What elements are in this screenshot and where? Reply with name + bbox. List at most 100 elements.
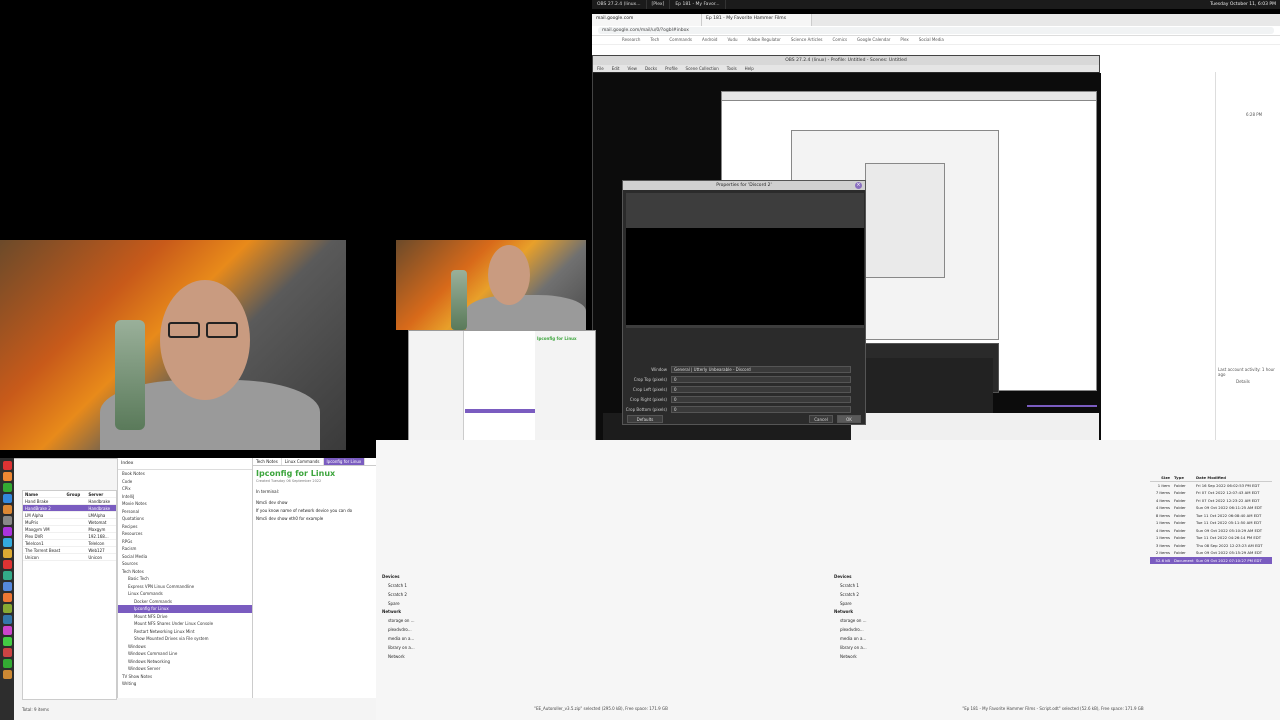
note-tab-tech-notes[interactable]: Tech Notes	[253, 458, 282, 465]
notes-tree-item[interactable]: Code	[118, 478, 252, 486]
notes-tree-item[interactable]: Racism	[118, 545, 252, 553]
dock-app-icon[interactable]	[2, 494, 12, 503]
dock-app-icon[interactable]	[2, 505, 12, 514]
column-header[interactable]: Name	[23, 491, 65, 497]
notes-tree-item[interactable]: Mount NFS Drive	[118, 613, 252, 621]
bookmark-item[interactable]: Android	[702, 37, 717, 43]
table-row[interactable]: MuPris Wetomat	[23, 519, 116, 526]
notes-tree-item[interactable]: RPGs	[118, 538, 252, 546]
bookmark-item[interactable]: Science Articles	[791, 37, 823, 43]
table-row[interactable]: Hand Brake Handbrake	[23, 498, 116, 505]
menu-docks[interactable]: Docks	[645, 65, 657, 72]
table-row[interactable]: 3 items Folder Thu 08 Sep 2022 12:23:23 AM…	[1150, 542, 1272, 550]
sidebar-device[interactable]: Scratch 1	[382, 581, 430, 590]
notes-tree-item[interactable]: Windows Networking	[118, 658, 252, 666]
table-row[interactable]: Maxgym VM Maxgym	[23, 526, 116, 533]
browser-tab-gmail[interactable]: mail.google.com	[592, 14, 702, 26]
bookmark-item[interactable]: Plex	[900, 37, 908, 43]
sidebar-device[interactable]: Scratch 2	[834, 590, 882, 599]
menu-help[interactable]: Help	[745, 65, 754, 72]
sidebar-network[interactable]: storage on ...	[382, 616, 430, 625]
table-row[interactable]: 1 items Folder Tue 11 Oct 2022 05:11:50 AM…	[1150, 519, 1272, 527]
table-row[interactable]: LM Alpha LMAlpha	[23, 512, 116, 519]
dock-app-icon[interactable]	[2, 538, 12, 547]
table-row[interactable]: 52.6 kB Document Sun 09 Oct 2022 07:10:27 …	[1150, 556, 1272, 564]
crop-right-input[interactable]: 0	[671, 395, 851, 403]
notes-tree-item[interactable]: Recipes	[118, 523, 252, 531]
ok-button[interactable]: OK	[837, 415, 861, 423]
notes-tree-item[interactable]: Express VPN Linux Commandline	[118, 583, 252, 591]
notes-tree-item[interactable]: TV Show Notes	[118, 673, 252, 681]
dock-app-icon[interactable]	[2, 615, 12, 624]
crop-bottom-input[interactable]: 0	[671, 405, 851, 413]
dock-app-icon[interactable]	[2, 483, 12, 492]
notes-tree-item[interactable]: CPix	[118, 485, 252, 493]
table-row[interactable]: 4 items Folder Sun 09 Oct 2022 05:10:29 AM…	[1150, 527, 1272, 535]
menu-view[interactable]: View	[627, 65, 637, 72]
dock-app-icon[interactable]	[2, 461, 12, 470]
table-row[interactable]: 8 items Folder Tue 11 Oct 2022 06:08:40 AM…	[1150, 512, 1272, 520]
table-row[interactable]: 7 items Folder Fri 07 Oct 2022 12:07:43 AM…	[1150, 489, 1272, 497]
notes-tree-item[interactable]: Resources	[118, 530, 252, 538]
window-select[interactable]: General | Utterly Unbearable - Discord	[671, 365, 851, 373]
taskbar-tab-obs[interactable]: OBS 27.2.4 (linux...	[592, 0, 647, 9]
sidebar-network[interactable]: storage on ...	[834, 616, 882, 625]
close-icon[interactable]: ×	[855, 182, 862, 189]
notes-tree-item[interactable]: Movie Notes	[118, 500, 252, 508]
notes-tree-item[interactable]: IntelliJ	[118, 493, 252, 501]
notes-tree-item[interactable]: Windows	[118, 643, 252, 651]
browser-tab-script[interactable]: Ep 181 - My Favorite Hammer Films	[702, 14, 812, 26]
table-row[interactable]: 1 item Folder Fri 16 Sep 2022 06:02:53 PM …	[1150, 482, 1272, 490]
sidebar-network[interactable]: library on a...	[834, 643, 882, 652]
notes-tree-item[interactable]: Quotations	[118, 515, 252, 523]
notes-tree-item[interactable]: Book Notes	[118, 470, 252, 478]
note-tab-linux-commands[interactable]: Linux Commands	[282, 458, 324, 465]
dock-app-icon[interactable]	[2, 637, 12, 646]
dock-app-icon[interactable]	[2, 472, 12, 481]
sidebar-network[interactable]: plexdvdro...	[834, 625, 882, 634]
dock-app-icon[interactable]	[2, 571, 12, 580]
notes-tree-item[interactable]: Linux Commands	[118, 590, 252, 598]
sidebar-network[interactable]: Network	[834, 652, 882, 661]
menu-file[interactable]: File	[597, 65, 604, 72]
table-row[interactable]: Telelcon1 Telelcon	[23, 540, 116, 547]
table-row[interactable]: 4 items Folder Fri 07 Oct 2022 12:23:22 AM…	[1150, 497, 1272, 505]
bookmark-item[interactable]: Vudu	[727, 37, 737, 43]
notes-tree-item[interactable]: Windows Command Line	[118, 650, 252, 658]
table-row[interactable]: 4 items Folder Sun 09 Oct 2022 06:11:25 AM…	[1150, 504, 1272, 512]
table-row[interactable]: Plex DVR 192.168...	[23, 533, 116, 540]
notes-tree-item[interactable]: Ipconfig for Linux	[118, 605, 252, 613]
sidebar-network[interactable]: library on a...	[382, 643, 430, 652]
column-header[interactable]: Size	[1150, 474, 1172, 481]
dock-app-icon[interactable]	[2, 659, 12, 668]
notes-tree-item[interactable]: Writing	[118, 680, 252, 688]
defaults-button[interactable]: Defaults	[627, 415, 663, 423]
bookmark-item[interactable]: Tech	[650, 37, 659, 43]
column-header[interactable]: Date Modified	[1196, 474, 1272, 481]
sidebar-device[interactable]: Spare	[834, 599, 882, 608]
sidebar-network[interactable]: media on a...	[834, 634, 882, 643]
crop-top-input[interactable]: 0	[671, 375, 851, 383]
table-row[interactable]: HandBrake 2 Handbrake	[23, 505, 116, 512]
dock-app-icon[interactable]	[2, 648, 12, 657]
bookmark-item[interactable]: Commands	[669, 37, 692, 43]
notes-tree-item[interactable]: Show Mounted Drives via File system	[118, 635, 252, 643]
bookmark-item[interactable]: Adobe Regulator	[748, 37, 781, 43]
dock-app-icon[interactable]	[2, 516, 12, 525]
note-tab-ipconfig[interactable]: Ipconfig for Linux	[323, 458, 366, 465]
notes-tree-item[interactable]: Sources	[118, 560, 252, 568]
dock-app-icon[interactable]	[2, 560, 12, 569]
crop-left-input[interactable]: 0	[671, 385, 851, 393]
sidebar-device[interactable]: Scratch 2	[382, 590, 430, 599]
notes-tree-item[interactable]: Mount NFS Shares Under Linux Console	[118, 620, 252, 628]
menu-tools[interactable]: Tools	[727, 65, 737, 72]
menu-profile[interactable]: Profile	[665, 65, 677, 72]
url-input[interactable]: mail.google.com/mail/u/0/?ogbl#inbox	[598, 27, 1274, 34]
dock-app-icon[interactable]	[2, 626, 12, 635]
gmail-details-link[interactable]: Details	[1236, 379, 1275, 384]
system-clock[interactable]: Tuesday October 11, 6:03 PM	[1206, 2, 1280, 7]
cancel-button[interactable]: Cancel	[809, 415, 833, 423]
bookmark-item[interactable]: Google Calendar	[857, 37, 890, 43]
notes-tree-item[interactable]: Docker Commands	[118, 598, 252, 606]
menu-scene-collection[interactable]: Scene Collection	[686, 65, 719, 72]
